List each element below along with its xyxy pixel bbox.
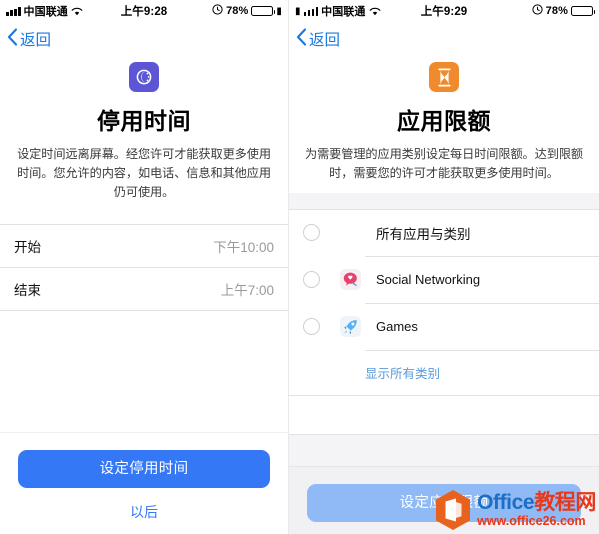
battery-percent-label: 78% xyxy=(226,5,249,17)
downtime-hero: 停用时间 设定时间远离屏幕。经您许可才能获取更多使用时间。您允许的内容，如电话、… xyxy=(0,56,288,202)
status-bar-left: 中国联通 xyxy=(6,3,121,19)
back-button-label: 返回 xyxy=(309,32,341,49)
navigation-bar: 返回 xyxy=(0,22,288,56)
screen-downtime: 中国联通 上午9:28 78% ▮ 返回 停用时间 设定时间远离屏幕。经您许可才… xyxy=(0,0,289,534)
status-bar-time: 上午9:29 xyxy=(420,6,468,18)
signal-bars-icon xyxy=(6,6,21,16)
hourglass-icon xyxy=(429,62,459,92)
card-footer-divider xyxy=(289,433,599,435)
wifi-icon xyxy=(369,7,381,16)
page-description: 为需要管理的应用类别设定每日时间限额。达到限额时，需要您的许可才能获取更多使用时… xyxy=(304,147,583,180)
set-downtime-button[interactable]: 设定停用时间 xyxy=(18,450,270,488)
schedule-row-value: 下午10:00 xyxy=(213,239,274,255)
card-tail-spacer xyxy=(289,395,599,434)
downtime-schedule-list: 开始 下午10:00 结束 上午7:00 xyxy=(0,223,288,311)
set-app-limit-button[interactable]: 设定应用限额 xyxy=(307,484,581,522)
carrier-label: 中国联通 xyxy=(321,6,366,18)
app-limits-hero: 应用限额 为需要管理的应用类别设定每日时间限额。达到限额时，需要您的许可才能获取… xyxy=(289,56,599,193)
radio-button-icon[interactable] xyxy=(303,318,320,336)
page-title: 停用时间 xyxy=(97,108,191,134)
status-bar: ▮ 中国联通 上午9:29 78% xyxy=(289,0,599,22)
category-label: Social Networking xyxy=(376,272,481,288)
category-row-games[interactable]: Games xyxy=(289,303,599,350)
status-bar-right: 78% xyxy=(467,4,595,18)
schedule-row-value: 上午7:00 xyxy=(220,282,274,298)
back-button[interactable]: 返回 xyxy=(7,27,52,51)
schedule-row-start[interactable]: 开始 下午10:00 xyxy=(0,225,288,268)
wifi-icon xyxy=(71,7,83,16)
status-bar: 中国联通 上午9:28 78% ▮ xyxy=(0,0,288,22)
chevron-left-icon xyxy=(7,27,18,51)
radio-button-icon[interactable] xyxy=(303,271,320,289)
category-label: Games xyxy=(376,319,418,335)
app-limits-footer: 设定应用限额 xyxy=(289,466,599,534)
category-row-all-apps[interactable]: 所有应用与类别 xyxy=(289,209,599,256)
later-link[interactable]: 以后 xyxy=(130,502,158,522)
screen-edge-marker: ▮ xyxy=(295,5,301,17)
games-rocket-icon xyxy=(340,316,361,338)
category-label: 所有应用与类别 xyxy=(376,226,471,242)
battery-percent-label: 78% xyxy=(545,5,568,17)
alarm-icon xyxy=(212,4,223,18)
dual-screenshot-container: 中国联通 上午9:28 78% ▮ 返回 停用时间 设定时间远离屏幕。经您许可才… xyxy=(0,0,599,534)
screen-app-limits: ▮ 中国联通 上午9:29 78% 返回 应用限额 为需要管理的应用类别设定每日… xyxy=(289,0,599,534)
status-bar-time: 上午9:28 xyxy=(120,6,168,18)
battery-icon xyxy=(251,6,276,16)
page-description: 设定时间远离屏幕。经您许可才能获取更多使用时间。您允许的内容，如电话、信息和其他… xyxy=(17,147,271,199)
category-icon-placeholder xyxy=(340,222,361,243)
schedule-row-end[interactable]: 结束 上午7:00 xyxy=(0,268,288,311)
signal-bars-icon xyxy=(303,6,319,16)
downtime-footer: 设定停用时间 以后 xyxy=(0,432,288,534)
radio-button-icon[interactable] xyxy=(303,224,320,242)
back-button-label: 返回 xyxy=(20,32,52,49)
category-list-card: 所有应用与类别 Social Networking Games 显示所有类别 xyxy=(289,208,599,435)
schedule-row-label: 开始 xyxy=(14,239,41,255)
schedule-row-label: 结束 xyxy=(14,282,41,298)
page-title: 应用限额 xyxy=(397,108,491,134)
carrier-label: 中国联通 xyxy=(23,6,68,18)
downtime-moon-icon xyxy=(129,62,159,92)
back-button[interactable]: 返回 xyxy=(296,27,341,51)
screen-edge-marker: ▮ xyxy=(276,5,282,17)
battery-icon xyxy=(571,6,595,16)
alarm-icon xyxy=(532,4,543,18)
category-row-social-networking[interactable]: Social Networking xyxy=(289,256,599,303)
status-bar-left: ▮ 中国联通 xyxy=(295,3,421,19)
chevron-left-icon xyxy=(296,27,307,51)
navigation-bar: 返回 xyxy=(289,22,599,56)
social-networking-icon xyxy=(340,269,361,291)
status-bar-right: 78% ▮ xyxy=(167,4,282,18)
show-all-categories-link[interactable]: 显示所有类别 xyxy=(289,351,599,395)
